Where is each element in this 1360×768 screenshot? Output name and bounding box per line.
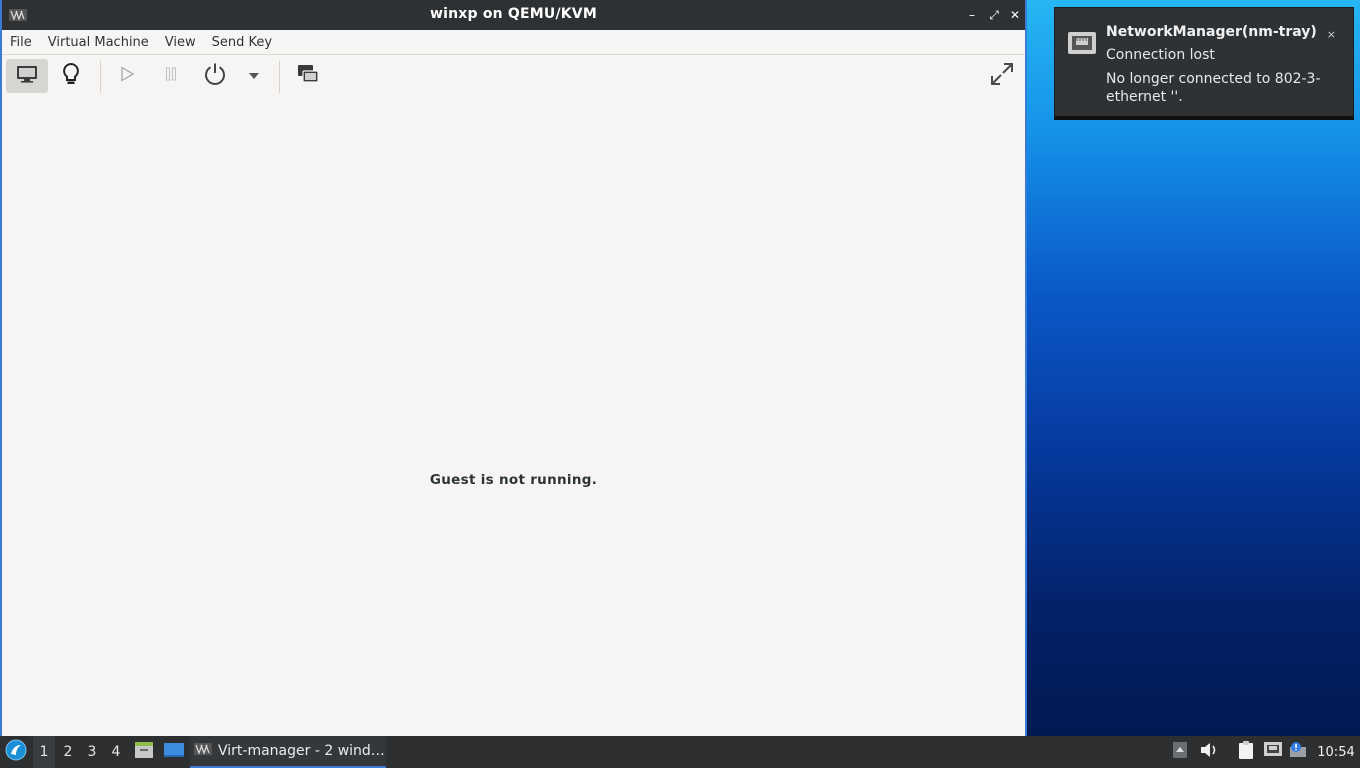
console-view-button[interactable] [6, 59, 48, 93]
clipboard-icon [1237, 740, 1255, 764]
lightbulb-icon [62, 62, 80, 90]
toolbar-separator [279, 61, 280, 93]
menu-bar: File Virtual Machine View Send Key [2, 30, 1025, 55]
info-alert-icon [1289, 741, 1309, 763]
fullscreen-icon [989, 61, 1015, 91]
update-notifier-button[interactable] [1288, 736, 1310, 768]
notification-close-button[interactable]: × [1327, 28, 1336, 41]
menu-file[interactable]: File [10, 35, 32, 50]
window-title: winxp on QEMU/KVM [430, 6, 597, 22]
workspace-1[interactable]: 1 [33, 736, 55, 768]
pause-icon [164, 67, 178, 85]
fullscreen-button[interactable] [981, 59, 1023, 93]
toolbar-separator [100, 61, 101, 93]
network-tray-button[interactable] [1261, 736, 1285, 768]
run-button[interactable] [106, 59, 148, 93]
taskbar: 1 2 3 4 Virt-manager - 2 wind… 10:54 [0, 736, 1360, 768]
show-desktop-button[interactable] [161, 736, 187, 768]
up-arrow-icon [1172, 741, 1188, 763]
task-label: Virt-manager - 2 wind… [218, 743, 385, 759]
network-wired-icon [1067, 30, 1097, 58]
lubuntu-logo-icon [5, 739, 27, 765]
workspace-4[interactable]: 4 [105, 736, 127, 768]
virt-manager-window: winxp on QEMU/KVM – ⤢ ✕ File Virtual Mac… [0, 0, 1027, 736]
play-icon [119, 66, 135, 86]
notification-app-name: NetworkManager(nm-tray) [1106, 24, 1317, 40]
start-menu-button[interactable] [0, 736, 32, 768]
monitor-icon [16, 65, 38, 87]
workspace-2[interactable]: 2 [57, 736, 79, 768]
file-manager-icon [134, 741, 154, 763]
toolbar [2, 55, 1025, 101]
network-wired-tray-icon [1263, 741, 1283, 763]
guest-status-message: Guest is not running. [429, 472, 598, 488]
clock[interactable]: 10:54 [1314, 736, 1358, 768]
shutdown-menu-button[interactable] [234, 59, 274, 93]
menu-send-key[interactable]: Send Key [212, 35, 272, 50]
shutdown-button[interactable] [194, 59, 236, 93]
details-view-button[interactable] [50, 59, 92, 93]
tray-expand-button[interactable] [1170, 736, 1190, 768]
volume-button[interactable] [1197, 736, 1221, 768]
desktop-icon [163, 741, 185, 763]
workspace-3[interactable]: 3 [81, 736, 103, 768]
snapshots-button[interactable] [287, 59, 329, 93]
menu-view[interactable]: View [165, 35, 196, 50]
pause-button[interactable] [150, 59, 192, 93]
virt-manager-task-icon [194, 743, 212, 759]
volume-icon [1199, 741, 1219, 763]
taskbar-task-virt-manager[interactable]: Virt-manager - 2 wind… [190, 736, 386, 768]
file-manager-launcher[interactable] [132, 736, 156, 768]
window-titlebar[interactable]: winxp on QEMU/KVM – ⤢ ✕ [2, 0, 1025, 30]
snapshots-icon [297, 64, 319, 88]
notification-popup[interactable]: NetworkManager(nm-tray) Connection lost … [1054, 7, 1354, 120]
dropdown-arrow-icon [248, 69, 260, 84]
minimize-button[interactable]: – [964, 7, 980, 23]
menu-virtual-machine[interactable]: Virtual Machine [48, 35, 149, 50]
console-area: Guest is not running. [2, 101, 1025, 736]
notification-body: No longer connected to 802-3-ethernet ''… [1106, 71, 1321, 105]
notification-summary: Connection lost [1106, 47, 1215, 63]
clipboard-button[interactable] [1234, 736, 1258, 768]
power-icon [203, 62, 227, 90]
maximize-button[interactable]: ⤢ [986, 7, 1002, 23]
close-button[interactable]: ✕ [1007, 7, 1023, 23]
